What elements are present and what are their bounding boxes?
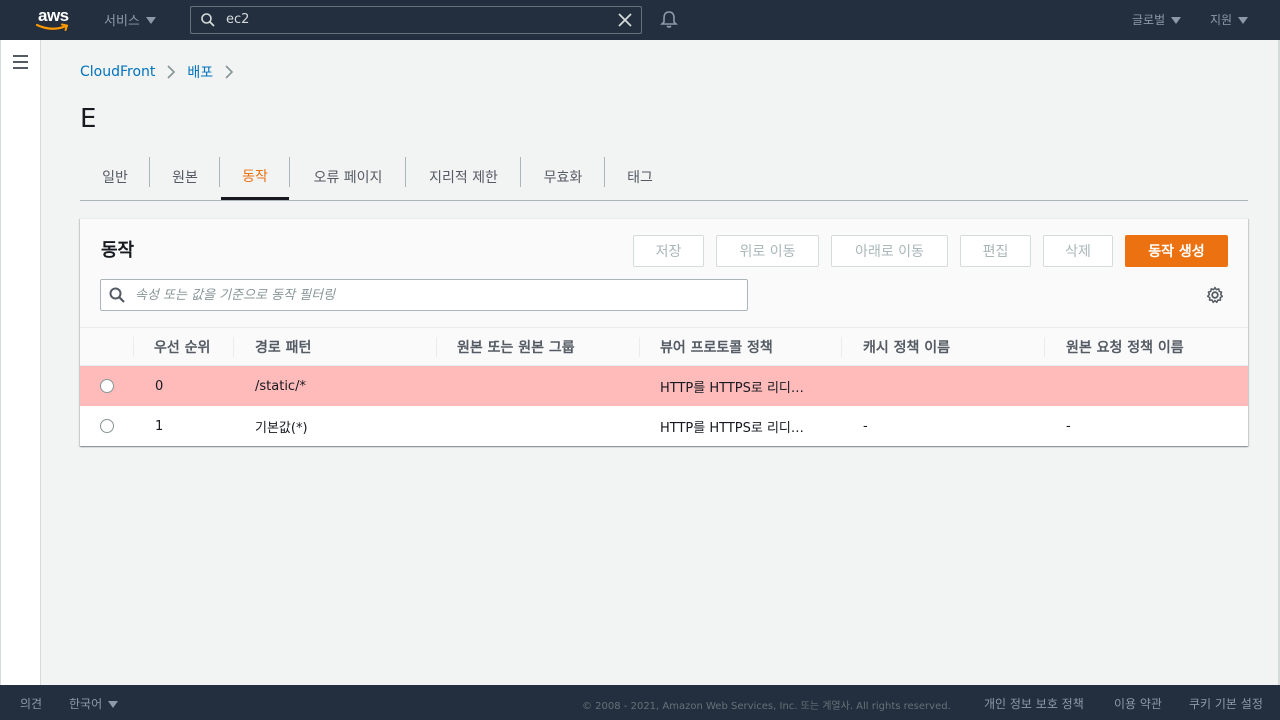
column-divider (436, 337, 437, 357)
table-row[interactable]: 1 기본값(*) HTTP를 HTTPS로 리디… - - (80, 406, 1248, 446)
support-menu[interactable]: 지원 (1210, 11, 1249, 28)
copyright-text: © 2008 - 2021, Amazon Web Services, Inc.… (582, 701, 951, 712)
search-value: ec2 (226, 12, 250, 27)
language-label: 한국어 (69, 697, 103, 711)
notification-bell-icon[interactable] (660, 10, 678, 29)
behaviors-title: 동작 (101, 240, 135, 261)
tab-divider (219, 157, 220, 187)
column-origin-request-policy-name[interactable]: 원본 요청 정책 이름 (1066, 328, 1184, 366)
cell-cache-policy: - (863, 418, 868, 434)
save-button[interactable]: 저장 (633, 235, 704, 267)
menu-hamburger-icon[interactable] (13, 55, 28, 73)
tab-bar: 일반 원본 동작 오류 페이지 지리적 제한 무효화 태그 (80, 154, 1248, 201)
chevron-right-icon (167, 65, 176, 79)
caret-down-icon (145, 17, 156, 24)
language-selector[interactable]: 한국어 (69, 695, 119, 712)
breadcrumb-cloudfront-link[interactable]: CloudFront (80, 64, 155, 80)
column-cache-policy-name[interactable]: 캐시 정책 이름 (863, 328, 950, 366)
breadcrumb-distributions-link[interactable]: 배포 (187, 62, 213, 82)
cell-priority: 0 (155, 378, 164, 394)
table-row[interactable]: 0 /static/* HTTP를 HTTPS로 리디… (80, 366, 1248, 406)
move-down-button[interactable]: 아래로 이동 (831, 235, 948, 267)
row-select-radio[interactable] (100, 379, 114, 393)
caret-down-icon (1238, 17, 1249, 24)
cell-viewer-protocol-policy: HTTP를 HTTPS로 리디… (660, 420, 804, 436)
aws-smile-icon (36, 23, 69, 31)
privacy-policy-link[interactable]: 개인 정보 보호 정책 (984, 695, 1084, 712)
cookie-preferences-link[interactable]: 쿠키 기본 설정 (1189, 695, 1263, 712)
clear-search-icon[interactable] (618, 13, 632, 27)
column-origin[interactable]: 원본 또는 원본 그룹 (457, 328, 575, 366)
tab-tags[interactable]: 태그 (605, 154, 675, 200)
region-label: 글로벌 (1132, 13, 1166, 27)
column-priority[interactable]: 우선 순위 (154, 328, 210, 366)
table-header: 우선 순위 경로 패턴 원본 또는 원본 그룹 뷰어 프로토콜 정책 캐시 정책… (80, 327, 1248, 366)
tab-behaviors[interactable]: 동작 (221, 154, 289, 200)
search-icon (201, 13, 215, 27)
tab-invalidations[interactable]: 무효화 (521, 154, 605, 200)
chevron-right-icon (225, 65, 234, 79)
edit-button[interactable]: 편집 (960, 235, 1031, 267)
column-divider (639, 337, 640, 357)
side-navigation-rail (0, 40, 41, 685)
column-divider (133, 337, 134, 357)
breadcrumb: CloudFront 배포 (80, 62, 245, 82)
cell-origin-request-policy: - (1066, 418, 1071, 434)
column-divider (841, 337, 842, 357)
caret-down-icon (108, 701, 119, 708)
search-icon (109, 287, 125, 303)
behaviors-header: 동작 저장 위로 이동 아래로 이동 편집 삭제 동작 생성 (80, 219, 1248, 327)
column-divider (233, 337, 234, 357)
behavior-filter[interactable] (100, 279, 748, 311)
cell-path-pattern: /static/* (255, 378, 306, 394)
caret-down-icon (1171, 17, 1182, 24)
terms-link[interactable]: 이용 약관 (1114, 695, 1162, 712)
feedback-link[interactable]: 의견 (20, 695, 42, 712)
column-viewer-protocol-policy[interactable]: 뷰어 프로토콜 정책 (660, 328, 773, 366)
cell-priority: 1 (155, 418, 164, 434)
column-path-pattern[interactable]: 경로 패턴 (255, 328, 311, 366)
gear-icon[interactable] (1206, 286, 1224, 304)
behaviors-container: 동작 저장 위로 이동 아래로 이동 편집 삭제 동작 생성 우선 순위 경로 … (80, 218, 1248, 446)
page-title: E (80, 104, 97, 134)
footer-bar: 의견 한국어 © 2008 - 2021, Amazon Web Service… (0, 685, 1280, 720)
tab-origins[interactable]: 원본 (150, 154, 220, 200)
aws-logo[interactable]: aws (36, 6, 72, 34)
tab-error-pages[interactable]: 오류 페이지 (290, 154, 406, 200)
tab-geo-restriction[interactable]: 지리적 제한 (406, 154, 521, 200)
row-select-radio[interactable] (100, 419, 114, 433)
region-menu[interactable]: 글로벌 (1132, 11, 1182, 28)
cell-viewer-protocol-policy: HTTP를 HTTPS로 리디… (660, 380, 804, 396)
services-label: 서비스 (104, 14, 140, 29)
services-menu[interactable]: 서비스 (104, 10, 156, 29)
column-divider (1044, 337, 1045, 357)
global-search-input[interactable]: ec2 (190, 6, 642, 34)
delete-button[interactable]: 삭제 (1043, 235, 1113, 267)
cell-path-pattern: 기본값(*) (255, 420, 308, 436)
tab-general[interactable]: 일반 (80, 154, 150, 200)
behavior-filter-input[interactable] (135, 284, 735, 306)
top-navigation-bar: aws 서비스 ec2 글로벌 지원 (0, 0, 1280, 40)
move-up-button[interactable]: 위로 이동 (716, 235, 819, 267)
create-behavior-button[interactable]: 동작 생성 (1125, 235, 1228, 267)
support-label: 지원 (1210, 13, 1233, 27)
